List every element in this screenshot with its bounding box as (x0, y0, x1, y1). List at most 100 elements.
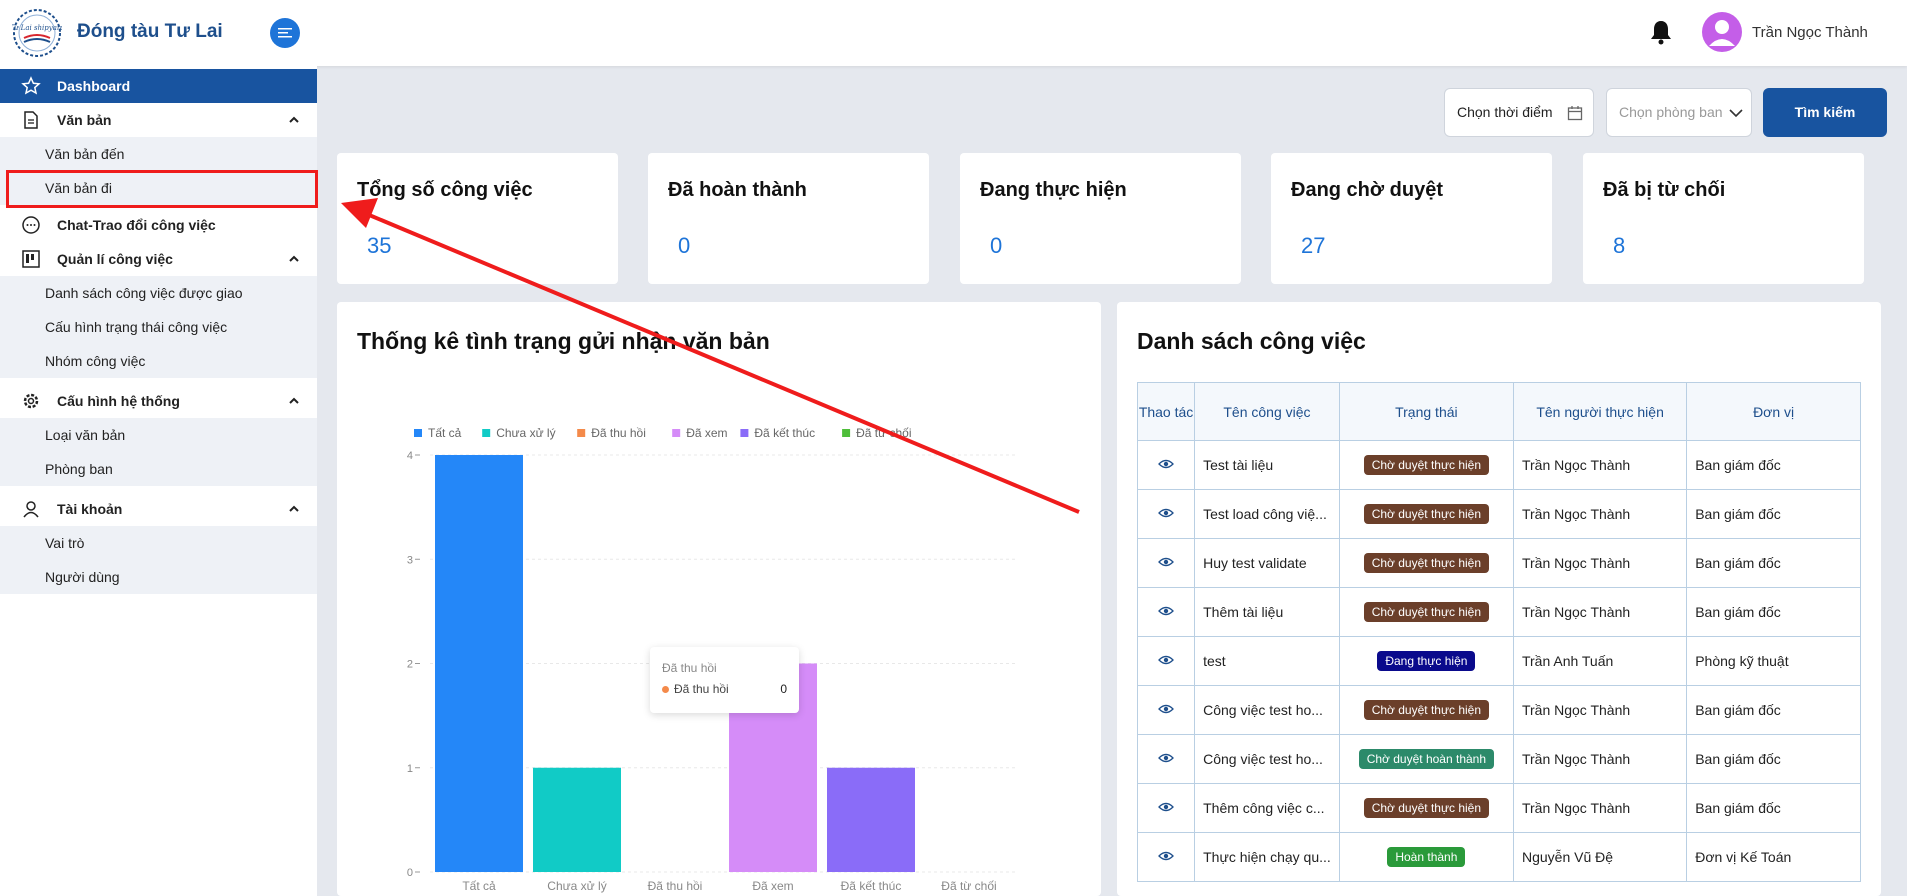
task-list-title: Danh sách công việc (1137, 328, 1366, 354)
view-action-cell (1136, 538, 1196, 588)
stat-card-pending: Đang chờ duyệt 27 (1271, 153, 1552, 284)
column-header: Tên công việc (1194, 382, 1340, 441)
menu-toggle-button[interactable] (270, 18, 300, 48)
y-tick-label: 0 (407, 867, 413, 879)
eye-icon[interactable] (1158, 752, 1174, 764)
eye-icon[interactable] (1158, 605, 1174, 617)
legend-item[interactable]: Đã thu hồi (577, 426, 646, 440)
legend-item[interactable]: Đã kết thúc (740, 426, 815, 440)
stat-card-value: 0 (990, 233, 1003, 258)
chart-tooltip: Đã thu hồi Đã thu hồi 0 (650, 647, 799, 713)
time-picker-placeholder: Chọn thời điểm (1457, 104, 1553, 120)
legend-swatch (842, 429, 851, 437)
sidebar-item-label: Dashboard (57, 78, 131, 94)
table-row[interactable]: Thực hiện chạy qu... Hoàn thành Nguyễn Vũ … (1136, 832, 1861, 882)
logo-text: Tư Lai shipyard (12, 24, 62, 32)
sidebar-item-van-ban[interactable]: Văn bản (0, 103, 317, 137)
sidebar-item-nguoi-dung[interactable]: Người dùng (0, 560, 317, 594)
sidebar-item-label: Chat-Trao đổi công việc (57, 217, 216, 233)
task-name: Công việc test ho... (1194, 685, 1340, 735)
bar[interactable] (827, 767, 915, 872)
table-row[interactable]: Huy test validate Chờ duyệt thực hiện Trần… (1136, 538, 1861, 588)
time-picker-input[interactable]: Chọn thời điểm (1444, 88, 1594, 137)
table-row[interactable]: Test load công việ... Chờ duyệt thực hiện… (1136, 489, 1861, 539)
y-tick-label: 3 (407, 554, 413, 566)
chevron-down-icon (1729, 109, 1743, 118)
unit-name: Ban giám đốc (1686, 685, 1861, 735)
sidebar-item-vai-tro[interactable]: Vai trò (0, 526, 317, 560)
status-badge: Đang thực hiện (1377, 651, 1476, 671)
table-row[interactable]: Thêm công việc c... Chờ duyệt thực hiện Tr… (1136, 783, 1861, 833)
bar[interactable] (533, 767, 621, 872)
view-action-cell (1136, 734, 1196, 784)
search-button[interactable]: Tìm kiếm (1763, 88, 1887, 137)
view-action-cell (1136, 489, 1196, 539)
assignee-name: Trần Ngọc Thành (1512, 587, 1688, 637)
y-tick-label: 1 (407, 763, 413, 775)
unit-name: Đơn vị Kế Toán (1686, 832, 1861, 882)
table-row[interactable]: Thêm tài liệu Chờ duyệt thực hiện Trần Ngọ… (1136, 587, 1861, 637)
stat-card-in-progress: Đang thực hiện 0 (960, 153, 1241, 284)
sidebar-item-cau-hinh-trang-thai[interactable]: Cấu hình trạng thái công việc (0, 310, 317, 344)
document-status-chart: Tất cả Chưa xử lý Đã thu hồi Đã xem Đã kết t… (407, 426, 1018, 893)
x-tick-label: Chưa xử lý (547, 879, 606, 893)
task-name: Thêm tài liệu (1194, 587, 1340, 637)
user-icon (23, 501, 39, 518)
eye-icon[interactable] (1158, 458, 1174, 470)
sidebar-item-quan-li[interactable]: Quản lí công việc (0, 242, 317, 276)
brand-name[interactable]: Đóng tàu Tư Lai (77, 21, 223, 43)
star-icon (21, 76, 41, 95)
legend-label: Tất cả (428, 426, 462, 440)
task-name: Huy test validate (1194, 538, 1340, 588)
legend-item[interactable]: Chưa xử lý (482, 426, 556, 440)
legend-item[interactable]: Tất cả (414, 426, 462, 440)
bar[interactable] (435, 455, 523, 872)
department-select-placeholder: Chọn phòng ban (1619, 104, 1723, 120)
legend-item[interactable]: Đã xem (672, 426, 728, 440)
username[interactable]: Trần Ngọc Thành (1752, 24, 1868, 41)
status-badge: Chờ duyệt thực hiện (1363, 455, 1490, 475)
stat-card-title: Đang chờ duyệt (1291, 179, 1444, 201)
x-tick-label: Đã kết thúc (841, 879, 902, 893)
sidebar-item-tai-khoan[interactable]: Tài khoản (0, 492, 317, 526)
sidebar-item-loai-van-ban[interactable]: Loại văn bản (0, 418, 317, 452)
eye-icon[interactable] (1158, 556, 1174, 568)
unit-name: Ban giám đốc (1686, 489, 1861, 539)
unit-name: Ban giám đốc (1686, 783, 1861, 833)
legend-item[interactable]: Đã từ chối (842, 426, 911, 440)
eye-icon[interactable] (1158, 850, 1174, 862)
task-table: Thao tác Tên công việc Trạng thái Tên ng… (1136, 382, 1861, 882)
view-action-cell (1136, 685, 1196, 735)
sidebar-item-danh-sach-cong-viec[interactable]: Danh sách công việc được giao (0, 276, 317, 310)
view-action-cell (1136, 636, 1196, 686)
eye-icon[interactable] (1158, 654, 1174, 666)
annotation-highlight-box (6, 170, 318, 208)
stat-card-value: 35 (367, 233, 392, 258)
avatar[interactable] (1702, 12, 1742, 52)
table-header-row: Thao tác Tên công việc Trạng thái Tên ng… (1136, 382, 1861, 441)
eye-icon[interactable] (1158, 801, 1174, 813)
sidebar-item-cau-hinh-he-thong[interactable]: Cấu hình hệ thống (0, 384, 317, 418)
table-row[interactable]: test Đang thực hiện Trần Anh Tuấn Phòng kỹ … (1136, 636, 1861, 686)
unit-name: Ban giám đốc (1686, 538, 1861, 588)
company-logo[interactable]: Tư Lai shipyard (12, 8, 62, 58)
sidebar-item-chat[interactable]: Chat-Trao đổi công việc (0, 208, 317, 242)
eye-icon[interactable] (1158, 507, 1174, 519)
stat-card-title: Đang thực hiện (980, 179, 1127, 201)
sidebar-item-van-ban-den[interactable]: Văn bản đến (0, 137, 317, 171)
status-cell: Chờ duyệt hoàn thành (1338, 734, 1514, 784)
bell-icon[interactable] (1648, 18, 1674, 46)
assignee-name: Trần Ngọc Thành (1512, 734, 1688, 784)
eye-icon[interactable] (1158, 703, 1174, 715)
sidebar-item-phong-ban[interactable]: Phòng ban (0, 452, 317, 486)
status-cell: Chờ duyệt thực hiện (1338, 685, 1514, 735)
status-cell: Đang thực hiện (1338, 636, 1514, 686)
department-select[interactable]: Chọn phòng ban (1606, 88, 1752, 137)
assignee-name: Trần Ngọc Thành (1512, 538, 1688, 588)
table-row[interactable]: Công việc test ho... Chờ duyệt hoàn thành… (1136, 734, 1861, 784)
sidebar-item-dashboard[interactable]: Dashboard (0, 69, 317, 103)
table-row[interactable]: Công việc test ho... Chờ duyệt thực hiện T… (1136, 685, 1861, 735)
column-header: Trạng thái (1338, 382, 1514, 441)
sidebar-item-nhom-cong-viec[interactable]: Nhóm công việc (0, 344, 317, 378)
table-row[interactable]: Test tài liệu Chờ duyệt thực hiện Trần Ngọ… (1136, 440, 1861, 490)
